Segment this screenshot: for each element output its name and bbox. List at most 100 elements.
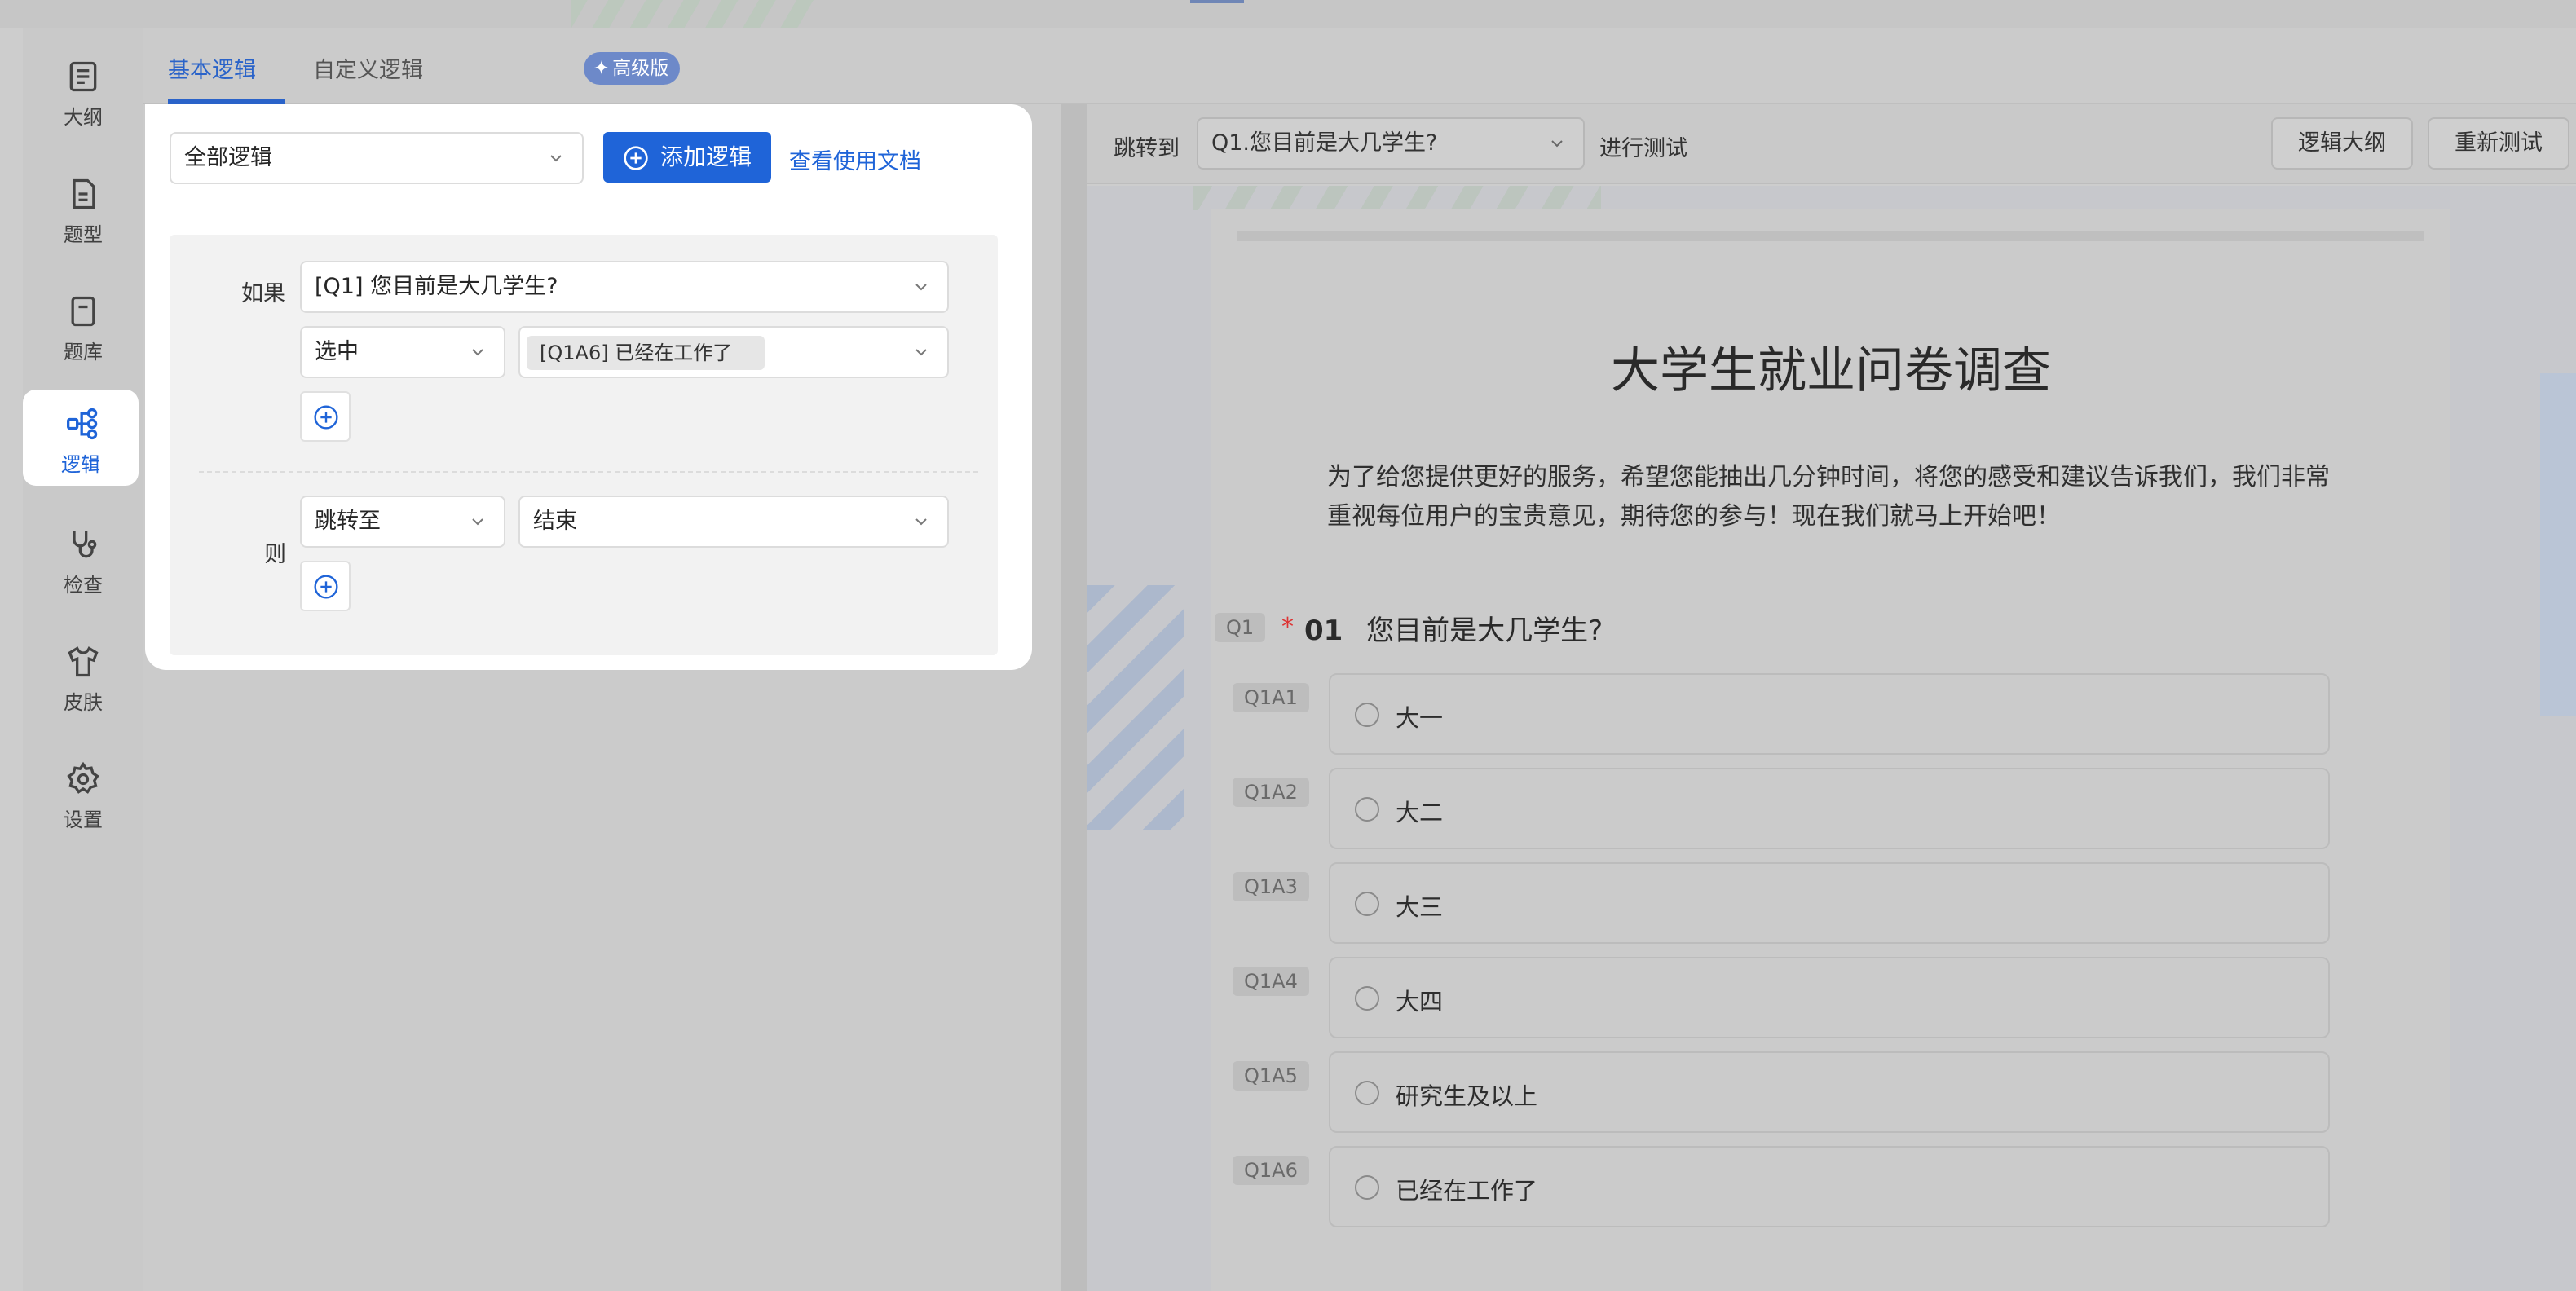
background-decoration xyxy=(2540,373,2576,716)
radio-button[interactable] xyxy=(1355,892,1379,916)
plus-circle-icon xyxy=(624,146,648,170)
premium-badge-label: 高级版 xyxy=(612,58,669,79)
question-number: 01 xyxy=(1304,615,1343,647)
left-sidebar: 大纲 题型 题库 逻辑 检查 皮肤 设置 xyxy=(23,28,143,1291)
retest-button[interactable]: 重新测试 xyxy=(2428,117,2569,170)
chevron-down-icon xyxy=(915,349,927,356)
question-tag: Q1 xyxy=(1215,613,1266,642)
radio-button[interactable] xyxy=(1355,703,1379,727)
top-decoration-bar xyxy=(1190,0,1244,3)
option-tag: Q1A6 xyxy=(1233,1156,1309,1185)
logic-filter-value: 全部逻辑 xyxy=(184,145,272,170)
top-decoration xyxy=(0,0,2576,28)
sidebar-item-outline[interactable]: 大纲 xyxy=(23,42,143,139)
chevron-down-icon xyxy=(915,518,927,526)
jump-question-select[interactable]: Q1.您目前是大几学生? xyxy=(1197,117,1585,170)
option-label: 已经在工作了 xyxy=(1396,1177,1538,1205)
survey-title: 大学生就业问卷调查 xyxy=(1611,342,2051,399)
logic-icon xyxy=(67,408,98,440)
chevron-down-icon xyxy=(1551,140,1563,148)
sidebar-item-label: 题库 xyxy=(64,341,103,364)
option-item[interactable]: 大二 xyxy=(1329,768,2330,849)
settings-icon xyxy=(67,761,99,794)
add-logic-button[interactable]: 添加逻辑 xyxy=(603,132,771,183)
sidebar-item-check[interactable]: 检查 xyxy=(23,510,143,606)
target-value: 结束 xyxy=(533,509,577,534)
then-label: 则 xyxy=(264,542,286,567)
option-item[interactable]: 研究生及以上 xyxy=(1329,1051,2330,1133)
option-tag: Q1A4 xyxy=(1233,967,1309,996)
background-decoration xyxy=(1193,186,1601,210)
option-item[interactable]: 大四 xyxy=(1329,957,2330,1038)
sidebar-item-question-bank[interactable]: 题库 xyxy=(23,277,143,373)
chevron-down-icon xyxy=(472,518,483,526)
target-select[interactable]: 结束 xyxy=(518,496,949,548)
check-icon xyxy=(73,531,97,558)
option-tag: Q1A5 xyxy=(1233,1061,1309,1091)
view-docs-link[interactable]: 查看使用文档 xyxy=(789,143,921,175)
top-decoration-pattern xyxy=(571,0,815,28)
question-heading: * 01 您目前是大几学生? xyxy=(1281,608,1603,648)
action-select[interactable]: 跳转至 xyxy=(300,496,505,548)
progress-track xyxy=(1237,231,2424,241)
option-label: 大二 xyxy=(1396,799,1444,826)
tab-basic-logic[interactable]: 基本逻辑 xyxy=(168,52,256,84)
tab-custom-logic[interactable]: 自定义逻辑 xyxy=(313,52,423,84)
sidebar-item-question-type[interactable]: 题型 xyxy=(23,160,143,256)
option-label: 大一 xyxy=(1396,704,1444,732)
option-item[interactable]: 大三 xyxy=(1329,862,2330,944)
question-bank-icon xyxy=(71,296,95,327)
rule-divider xyxy=(199,471,978,473)
logic-tabs: 基本逻辑 自定义逻辑 ✦ 高级版 xyxy=(143,28,2576,104)
option-label: 研究生及以上 xyxy=(1396,1082,1538,1110)
option-tag: Q1A1 xyxy=(1233,683,1309,712)
option-tag: Q1A3 xyxy=(1233,872,1309,901)
question-type-icon xyxy=(73,178,95,209)
add-condition-button[interactable] xyxy=(300,391,351,442)
required-mark: * xyxy=(1281,613,1294,641)
if-label: 如果 xyxy=(241,281,285,306)
option-tag: Q1A2 xyxy=(1233,778,1309,807)
sidebar-item-label: 检查 xyxy=(64,574,103,597)
logic-editor-card: 全部逻辑 添加逻辑 查看使用文档 如果 [Q1] 您目前是大几学生? 选中 [Q… xyxy=(145,104,1032,670)
option-item[interactable]: 大一 xyxy=(1329,673,2330,755)
preview-toolbar: 跳转到 Q1.您目前是大几学生? 进行测试 逻辑大纲 重新测试 xyxy=(1087,104,2576,184)
selected-option-tag[interactable]: [Q1A6] 已经在工作了 xyxy=(527,336,765,370)
skin-icon xyxy=(68,646,99,677)
radio-button[interactable] xyxy=(1355,1175,1379,1200)
if-question-value: [Q1] 您目前是大几学生? xyxy=(315,274,558,299)
sidebar-item-settings[interactable]: 设置 xyxy=(23,745,143,841)
condition-select[interactable]: 选中 xyxy=(300,326,505,378)
plus-circle-icon xyxy=(314,575,338,599)
add-action-button[interactable] xyxy=(300,561,351,611)
sidebar-item-label: 大纲 xyxy=(64,106,103,129)
chevron-down-icon xyxy=(472,349,483,356)
option-multi-select[interactable]: [Q1A6] 已经在工作了 xyxy=(518,326,949,378)
logic-outline-button[interactable]: 逻辑大纲 xyxy=(2271,117,2413,170)
sidebar-item-logic[interactable]: 逻辑 xyxy=(23,390,139,486)
if-question-select[interactable]: [Q1] 您目前是大几学生? xyxy=(300,261,949,313)
sidebar-item-label: 设置 xyxy=(64,809,103,831)
sidebar-item-label: 题型 xyxy=(64,223,103,246)
logic-filter-select[interactable]: 全部逻辑 xyxy=(170,132,584,184)
sidebar-item-skin[interactable]: 皮肤 xyxy=(23,628,143,724)
run-test-label: 进行测试 xyxy=(1599,136,1687,161)
plus-circle-icon xyxy=(314,405,338,430)
radio-button[interactable] xyxy=(1355,1081,1379,1105)
radio-button[interactable] xyxy=(1355,986,1379,1011)
chevron-down-icon xyxy=(915,284,927,291)
action-value: 跳转至 xyxy=(315,509,381,534)
premium-badge: ✦ 高级版 xyxy=(584,52,681,85)
condition-value: 选中 xyxy=(315,339,359,364)
radio-button[interactable] xyxy=(1355,797,1379,822)
sidebar-item-label: 逻辑 xyxy=(61,453,100,476)
survey-paper: 大学生就业问卷调查 为了给您提供更好的服务，希望您能抽出几分钟时间，将您的感受和… xyxy=(1211,209,2450,1291)
option-label: 大四 xyxy=(1396,988,1444,1016)
option-item[interactable]: 已经在工作了 xyxy=(1329,1146,2330,1227)
background-decoration xyxy=(1087,585,1184,830)
add-logic-label: 添加逻辑 xyxy=(660,143,752,170)
survey-description: 为了给您提供更好的服务，希望您能抽出几分钟时间，将您的感受和建议告诉我们，我们非… xyxy=(1327,463,2330,531)
sparkle-icon: ✦ xyxy=(593,58,610,79)
chevron-down-icon xyxy=(550,155,562,162)
panel-divider[interactable] xyxy=(1061,103,1087,1291)
